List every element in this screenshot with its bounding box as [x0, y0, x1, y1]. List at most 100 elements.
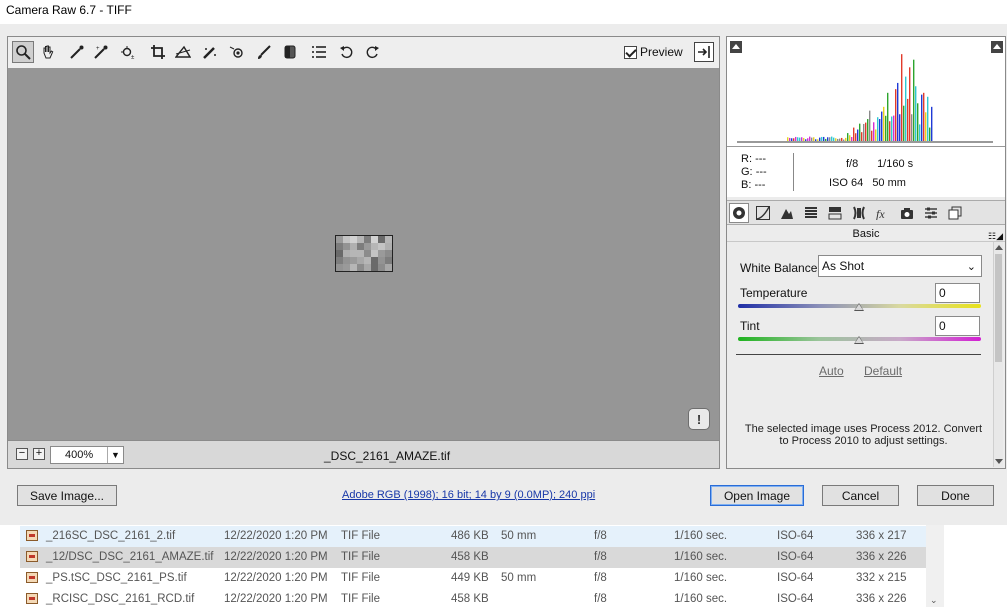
tab-tone-curve[interactable] — [753, 203, 773, 223]
image-preview-canvas[interactable]: ! — [7, 68, 720, 441]
rotate-cw-icon[interactable] — [361, 41, 383, 63]
panel-scrollbar[interactable] — [993, 242, 1003, 467]
thumbnail-pixel — [343, 257, 350, 264]
open-image-button[interactable]: Open Image — [710, 485, 804, 506]
thumbnail-pixel — [378, 271, 385, 272]
color-sampler-tool-icon[interactable]: + — [90, 41, 112, 63]
workflow-options-link[interactable]: Adobe RGB (1998); 16 bit; 14 by 9 (0.0MP… — [342, 489, 595, 501]
tint-slider-handle[interactable] — [854, 336, 864, 344]
file-size: 486 KB — [451, 530, 489, 542]
tab-detail[interactable] — [777, 203, 797, 223]
panel-tabs: fx — [727, 200, 1005, 225]
histogram-bar — [847, 133, 849, 141]
fullscreen-icon[interactable] — [694, 42, 714, 62]
thumbnail-pixel — [392, 250, 393, 257]
tint-input[interactable]: 0 — [935, 316, 980, 336]
file-list-scrollbar[interactable]: ⌄ — [926, 525, 944, 607]
tab-snapshots[interactable] — [945, 203, 965, 223]
histogram-bar — [789, 137, 791, 141]
shutter-value: 1/160 s — [877, 158, 914, 170]
thumbnail-pixel — [343, 264, 350, 271]
file-row[interactable]: _PS.tSC_DSC_2161_PS.tif 12/22/2020 1:20 P… — [20, 568, 926, 589]
histogram-bar — [929, 127, 931, 141]
preview-toggle[interactable]: Preview — [624, 45, 683, 59]
histogram-bar — [805, 139, 807, 141]
file-dims: 336 x 226 — [856, 593, 907, 605]
white-balance-tool-icon[interactable] — [66, 41, 88, 63]
histogram-bar — [793, 138, 795, 141]
thumbnail-pixel — [364, 250, 371, 257]
file-row[interactable]: _216SC_DSC_2161_2.tif 12/22/2020 1:20 PM T… — [20, 526, 926, 547]
graduated-filter-icon[interactable] — [279, 41, 301, 63]
thumbnail-pixel — [378, 236, 385, 243]
thumbnail-pixel — [392, 264, 393, 271]
zoom-level-select[interactable]: 400% ▼ — [50, 446, 124, 464]
thumbnail-pixel — [392, 257, 393, 264]
histogram-bar — [815, 139, 817, 141]
thumbnail-pixel — [371, 257, 378, 264]
preview-checkbox[interactable] — [624, 45, 637, 59]
done-button[interactable]: Done — [917, 485, 994, 506]
iso-value: ISO 64 — [829, 177, 864, 189]
auto-link[interactable]: Auto — [819, 364, 844, 378]
file-size: 458 KB — [451, 593, 489, 605]
straighten-tool-icon[interactable] — [172, 41, 194, 63]
r-label: R: — [741, 153, 752, 165]
histogram-bar — [831, 136, 833, 141]
histogram-bar — [809, 136, 811, 141]
cancel-button[interactable]: Cancel — [822, 485, 899, 506]
file-row[interactable]: _RCISC_DSC_2161_RCD.tif 12/22/2020 1:20 P… — [20, 589, 926, 607]
thumbnail-pixel — [364, 257, 371, 264]
tab-hsl[interactable] — [801, 203, 821, 223]
window-title: Camera Raw 6.7 - TIFF — [6, 3, 132, 17]
hand-tool-icon[interactable] — [37, 41, 59, 63]
zoom-in-button[interactable]: + — [33, 448, 45, 460]
file-size: 458 KB — [451, 551, 489, 563]
default-link[interactable]: Default — [864, 364, 902, 378]
white-balance-select[interactable]: As Shot ⌄ — [818, 255, 982, 277]
file-row[interactable]: _12/DSC_DSC_2161_AMAZE.tif 12/22/2020 1:2… — [20, 547, 926, 568]
tint-label: Tint — [740, 319, 760, 333]
spot-removal-tool-icon[interactable] — [199, 41, 221, 63]
save-image-button[interactable]: Save Image... — [17, 485, 117, 506]
zoom-out-button[interactable]: − — [16, 448, 28, 460]
current-filename: _DSC_2161_AMAZE.tif — [324, 449, 451, 463]
thumbnail-pixel — [343, 250, 350, 257]
scrollbar-thumb[interactable] — [995, 254, 1002, 362]
tab-presets[interactable] — [921, 203, 941, 223]
red-eye-removal-tool-icon[interactable] — [226, 41, 248, 63]
chevron-down-icon[interactable]: ⌄ — [930, 595, 938, 606]
file-dims: 336 x 226 — [856, 551, 907, 563]
file-fstop: f/8 — [594, 551, 607, 563]
temperature-input[interactable]: 0 — [935, 283, 980, 303]
file-exposure: 1/160 sec. — [674, 530, 728, 542]
adjustment-brush-icon[interactable] — [253, 41, 275, 63]
tab-lens-corrections[interactable] — [849, 203, 869, 223]
histogram-bar — [903, 105, 905, 141]
tab-basic[interactable] — [729, 203, 749, 223]
file-focal: 50 mm — [501, 530, 537, 542]
targeted-adjustment-tool-icon[interactable]: ± — [118, 41, 140, 63]
tab-split-toning[interactable] — [825, 203, 845, 223]
tab-camera-calibration[interactable] — [897, 203, 917, 223]
histogram-graph — [737, 54, 993, 143]
thumbnail-pixel — [350, 257, 357, 264]
thumbnail-pixel — [357, 271, 364, 272]
thumbnail-pixel — [357, 257, 364, 264]
thumbnail-pixel — [364, 271, 371, 272]
file-name: _RCISC_DSC_2161_RCD.tif — [46, 593, 195, 605]
preferences-icon[interactable] — [308, 41, 330, 63]
scroll-down-icon[interactable] — [995, 459, 1003, 464]
thumbnail-pixel — [364, 243, 371, 250]
g-value: --- — [755, 166, 767, 178]
histogram-bar — [883, 106, 885, 141]
zoom-tool-icon[interactable] — [12, 41, 34, 63]
thumbnail-pixel — [336, 236, 343, 243]
tif-file-icon — [26, 530, 38, 541]
rotate-ccw-icon[interactable] — [336, 41, 358, 63]
tab-effects[interactable]: fx — [873, 203, 893, 223]
temperature-slider-handle[interactable] — [854, 303, 864, 311]
crop-tool-icon[interactable] — [147, 41, 169, 63]
scroll-up-icon[interactable] — [995, 245, 1003, 250]
warning-icon[interactable]: ! — [688, 408, 710, 430]
